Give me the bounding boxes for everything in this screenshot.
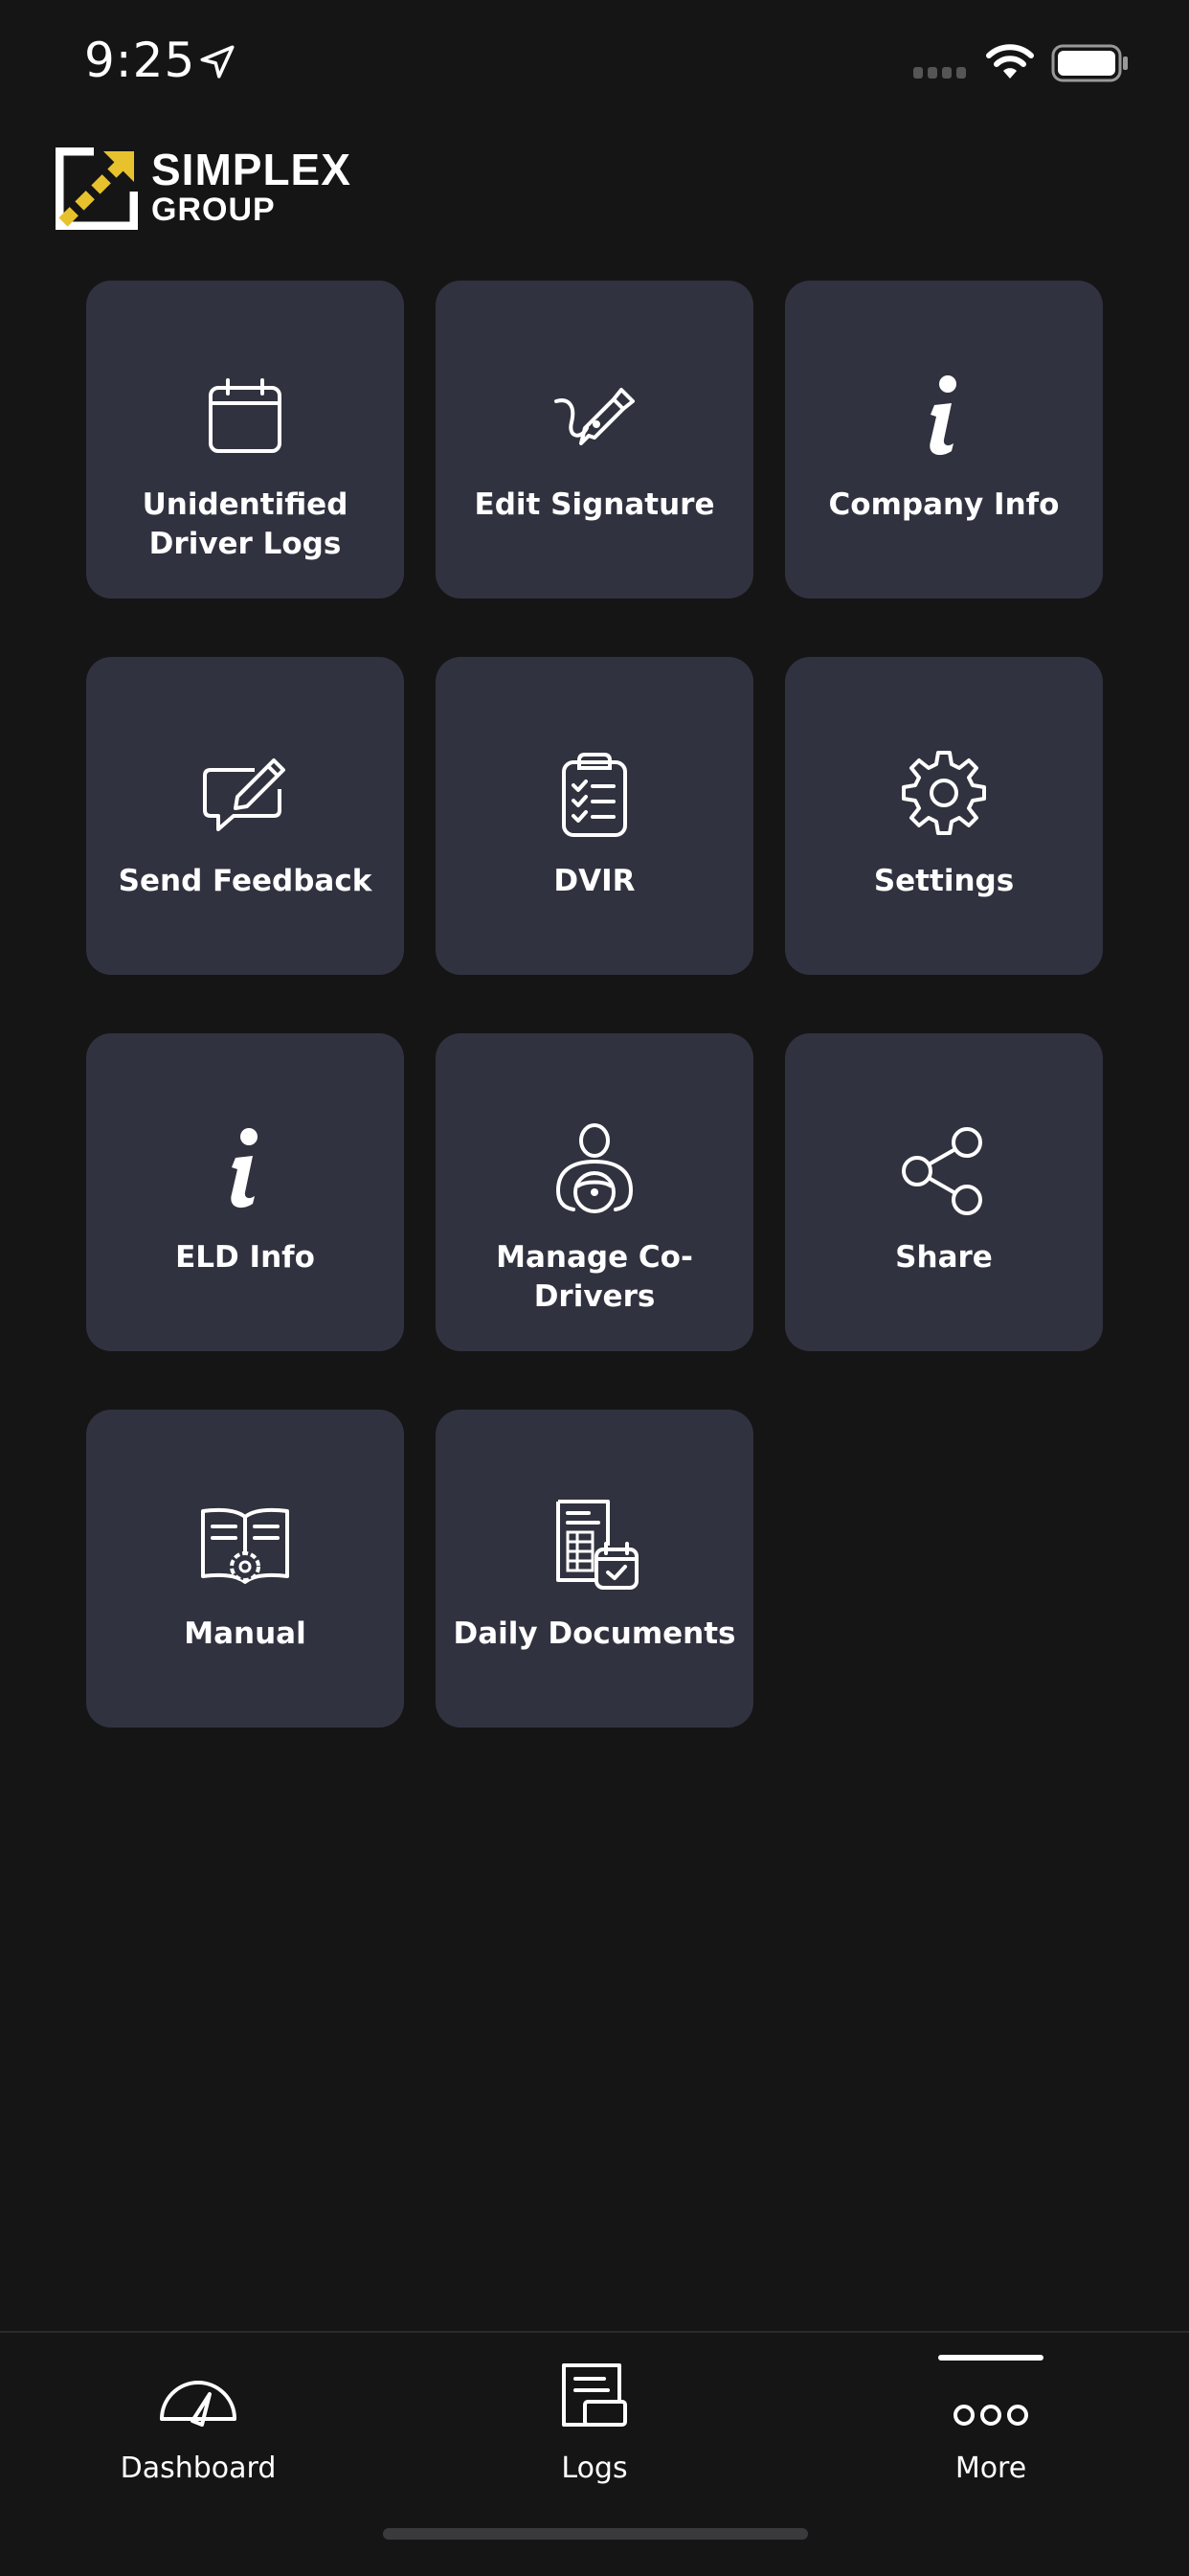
tile-share[interactable]: Share [785,1033,1103,1351]
manual-book-icon [201,1507,289,1584]
more-dots-icon [953,2405,1028,2426]
signature-pen-icon [554,388,635,445]
info-icon [930,375,956,456]
tile-dvir[interactable]: DVIR [436,657,753,975]
tab-label: Logs [561,2452,628,2485]
tile-manage-co-drivers[interactable]: Manage Co-Drivers [436,1033,753,1351]
tile-manual[interactable]: Manual [86,1410,404,1728]
tile-edit-signature[interactable]: Edit Signature [436,281,753,599]
tile-label: Unidentified Driver Logs [142,487,348,561]
tab-label: Dashboard [120,2452,277,2485]
clipboard-checklist-icon [562,753,627,837]
tile-label: Settings [873,864,1015,898]
tab-logs[interactable]: Logs [396,2333,793,2524]
tile-label: DVIR [553,864,636,898]
driver-icon [555,1123,634,1213]
share-icon [902,1127,982,1215]
home-indicator [383,2528,808,2540]
gear-icon [902,751,986,835]
tile-company-info[interactable]: Company Info [785,281,1103,599]
logo-mark-icon [56,147,138,230]
info-icon [231,1128,258,1209]
tile-label: Manual [184,1616,306,1651]
simplex-group-logo: SIMPLEX GROUP [56,144,352,232]
tile-send-feedback[interactable]: Send Feedback [86,657,404,975]
tile-label: Daily Documents [453,1616,736,1651]
wifi-icon [986,44,1034,79]
documents-calendar-icon [556,1500,639,1590]
tile-settings[interactable]: Settings [785,657,1103,975]
tab-label: More [954,2452,1027,2485]
speedometer-icon [160,2381,236,2427]
logs-icon [562,2363,627,2427]
logo-line1: SIMPLEX [151,145,351,194]
tab-more[interactable]: More [793,2333,1189,2524]
tile-label: Edit Signature [474,487,715,522]
location-arrow-icon [200,45,235,79]
tile-unidentified-driver-logs[interactable]: Unidentified Driver Logs [86,281,404,599]
status-time: 9:25 [84,33,196,88]
status-bar: 9:25 [0,0,1189,134]
tile-daily-documents[interactable]: Daily Documents [436,1410,753,1728]
tile-label: Company Info [828,487,1060,522]
feedback-icon [203,758,285,831]
tile-label: Share [895,1240,993,1275]
cellular-signal-icon [913,67,966,79]
tile-label: ELD Info [175,1240,315,1275]
tile-eld-info[interactable]: ELD Info [86,1033,404,1351]
logo-line2: GROUP [151,192,276,228]
calendar-icon [209,378,281,453]
tile-label: Send Feedback [118,864,372,898]
tile-label: Manage Co-Drivers [496,1240,693,1314]
tab-dashboard[interactable]: Dashboard [0,2333,396,2524]
battery-icon [1051,44,1128,82]
